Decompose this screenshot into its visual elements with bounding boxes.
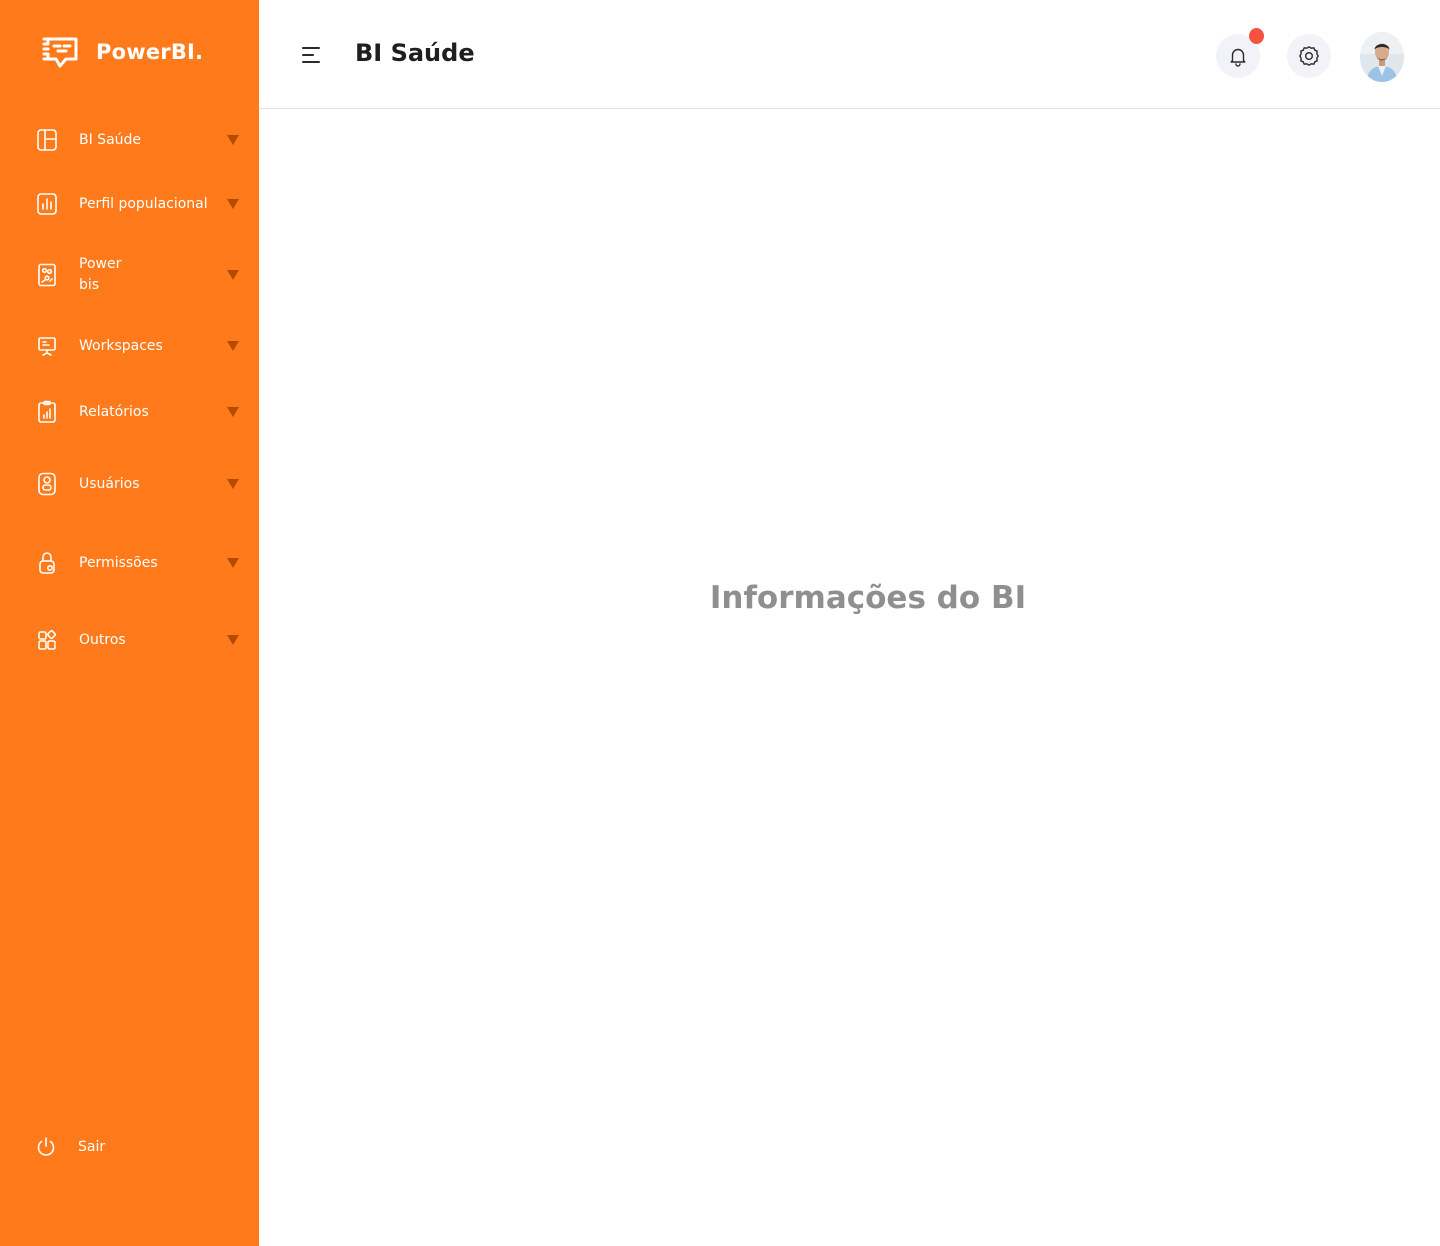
sidebar-item-label: Workspaces xyxy=(79,337,163,354)
sidebar-item-label: Relatórios xyxy=(79,403,149,420)
caret-down-icon[interactable] xyxy=(226,478,240,490)
bar-chart-icon xyxy=(36,192,58,216)
sidebar-item-usuarios[interactable]: Usuários xyxy=(0,472,259,496)
sidebar-item-label: Perfil populacional xyxy=(79,195,208,212)
lock-icon xyxy=(36,551,58,575)
sidebar-item-label: Outros xyxy=(79,631,126,648)
caret-down-icon[interactable] xyxy=(226,134,240,146)
widgets-icon xyxy=(36,628,58,652)
sidebar-item-bi-saude[interactable]: BI Saúde xyxy=(0,128,259,152)
top-header: BI Saúde xyxy=(259,0,1440,109)
brand[interactable]: PowerBI. xyxy=(40,32,203,72)
settings-button[interactable] xyxy=(1287,34,1331,78)
caret-down-icon[interactable] xyxy=(226,557,240,569)
caret-down-icon[interactable] xyxy=(226,634,240,646)
sidebar-item-label: Usuários xyxy=(79,475,140,492)
sidebar-item-label: Permissões xyxy=(79,554,158,571)
sidebar-item-outros[interactable]: Outros xyxy=(0,628,259,652)
caret-down-icon[interactable] xyxy=(226,406,240,418)
layout-icon xyxy=(36,128,58,152)
sidebar-item-label: BI Saúde xyxy=(79,131,142,148)
brand-name: PowerBI. xyxy=(96,40,204,64)
notification-badge xyxy=(1249,28,1264,44)
logo-icon xyxy=(42,37,78,68)
main-heading: Informações do BI xyxy=(709,580,1027,616)
gear-icon xyxy=(1299,46,1319,66)
caret-down-icon[interactable] xyxy=(226,340,240,352)
hamburger-menu-icon[interactable] xyxy=(302,45,324,65)
page-title: BI Saúde xyxy=(355,39,475,67)
bell-icon xyxy=(1230,48,1246,67)
logout-button[interactable]: Sair xyxy=(36,1136,105,1158)
app-root: PowerBI. BI Saúde Perfil populacional Po… xyxy=(0,0,1440,1246)
caret-down-icon[interactable] xyxy=(226,269,240,281)
logout-label: Sair xyxy=(78,1139,106,1155)
main-content: Informações do BI xyxy=(259,110,1440,1246)
sidebar-item-relatorios[interactable]: Relatórios xyxy=(0,400,259,424)
sidebar: PowerBI. BI Saúde Perfil populacional Po… xyxy=(0,0,259,1246)
power-bi-icon xyxy=(36,263,58,287)
sidebar-item-workspaces[interactable]: Workspaces xyxy=(0,334,259,358)
presentation-board-icon xyxy=(36,334,58,358)
sidebar-item-power-bis[interactable]: Power bis xyxy=(0,254,259,296)
user-avatar[interactable] xyxy=(1360,32,1404,82)
sidebar-item-perfil-populacional[interactable]: Perfil populacional xyxy=(0,192,259,216)
sidebar-item-label: Power bis xyxy=(79,256,122,293)
user-badge-icon xyxy=(36,472,58,496)
clipboard-chart-icon xyxy=(36,400,58,424)
notifications-button[interactable] xyxy=(1216,28,1264,78)
caret-down-icon[interactable] xyxy=(226,198,240,210)
power-icon xyxy=(37,1137,55,1156)
sidebar-item-permissoes[interactable]: Permissões xyxy=(0,551,259,575)
